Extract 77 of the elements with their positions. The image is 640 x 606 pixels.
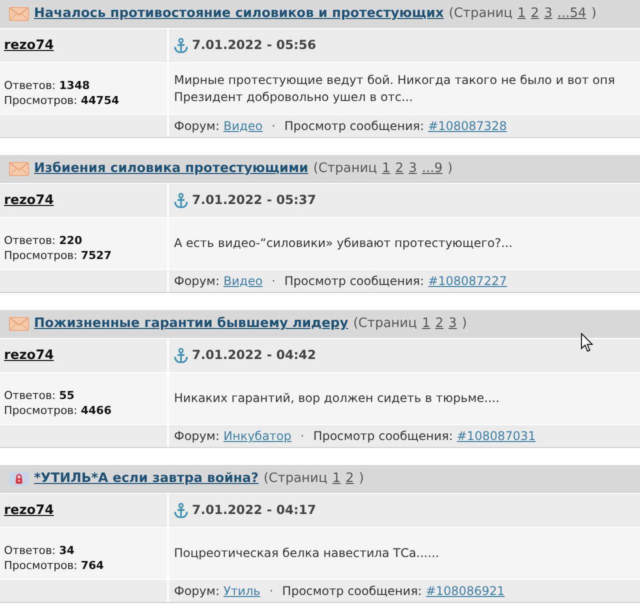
replies-label: Ответов: bbox=[4, 79, 57, 92]
views-count: 4466 bbox=[80, 404, 112, 417]
view-message-label: Просмотр сообщения: bbox=[282, 583, 422, 600]
post-date: 7.01.2022 - 05:37 bbox=[192, 191, 316, 210]
pages-close: ) bbox=[462, 315, 467, 334]
post-date: 7.01.2022 - 05:56 bbox=[192, 36, 316, 54]
views-count: 764 bbox=[80, 559, 104, 572]
forum-link[interactable]: Утиль bbox=[224, 582, 260, 600]
forum-label: Форум: bbox=[174, 273, 220, 290]
message-number-link[interactable]: #108086921 bbox=[426, 582, 505, 600]
replies-label: Ответов: bbox=[4, 389, 57, 402]
message-text: А есть видео-“силовики» убивают протестующего?... bbox=[174, 235, 513, 252]
separator-dot: · bbox=[272, 118, 276, 135]
forum-label: Форум: bbox=[174, 428, 220, 445]
page-link[interactable]: 3 bbox=[544, 4, 552, 24]
views-label: Просмотров: bbox=[4, 559, 78, 572]
views-label: Просмотров: bbox=[4, 404, 78, 417]
page-link[interactable]: 1 bbox=[332, 469, 341, 489]
author-link[interactable]: rezo74 bbox=[4, 36, 54, 56]
post-date: 7.01.2022 - 04:17 bbox=[192, 501, 316, 520]
topic-title-link[interactable]: Избиения силовика протестующими bbox=[34, 159, 308, 179]
forum-link[interactable]: Видео bbox=[224, 117, 263, 135]
replies-label: Ответов: bbox=[4, 234, 57, 247]
separator-dot: · bbox=[272, 273, 276, 290]
author-link[interactable]: rezo74 bbox=[4, 500, 54, 520]
pages-label: (Страниц bbox=[448, 5, 513, 24]
page-link[interactable]: 3 bbox=[448, 314, 457, 334]
views-count: 44754 bbox=[80, 94, 120, 107]
page-link[interactable]: 2 bbox=[435, 314, 444, 334]
topic-title-link[interactable]: Пожизненные гарантии бывшему лидеру bbox=[34, 314, 348, 334]
author-link[interactable]: rezo74 bbox=[4, 346, 54, 366]
anchor-icon bbox=[174, 38, 188, 53]
view-message-label: Просмотр сообщения: bbox=[313, 428, 453, 445]
pages-label: (Страниц bbox=[353, 315, 417, 334]
message-text: Никаких гарантий, вор должен сидеть в тюрьме.... bbox=[174, 390, 500, 407]
views-label: Просмотров: bbox=[4, 249, 78, 262]
page-link[interactable]: ...54 bbox=[557, 4, 586, 24]
message-number-link[interactable]: #108087227 bbox=[428, 272, 507, 290]
separator-dot: · bbox=[269, 583, 274, 600]
anchor-icon bbox=[174, 193, 188, 208]
separator-dot: · bbox=[300, 428, 304, 445]
message-number-link[interactable]: #108087031 bbox=[456, 427, 536, 445]
replies-count: 1348 bbox=[59, 79, 90, 92]
view-message-label: Просмотр сообщения: bbox=[284, 118, 424, 135]
pages-close: ) bbox=[591, 5, 596, 24]
views-count: 7527 bbox=[80, 249, 112, 262]
post-date: 7.01.2022 - 04:42 bbox=[192, 346, 316, 364]
page-link[interactable]: 2 bbox=[346, 469, 354, 489]
topic-title-link[interactable]: Началось противостояние силовиков и протестующих bbox=[34, 4, 444, 24]
forum-link[interactable]: Инкубатор bbox=[224, 427, 292, 445]
forum-label: Форум: bbox=[174, 583, 220, 600]
replies-count: 55 bbox=[59, 389, 74, 402]
topic-title-link[interactable]: *УТИЛЬ*А если завтра война? bbox=[34, 469, 259, 489]
message-text: Поцреотическая белка навестила ТСа...... bbox=[174, 545, 440, 562]
anchor-icon bbox=[174, 503, 188, 518]
page-link[interactable]: 1 bbox=[422, 314, 430, 334]
page-link[interactable]: 3 bbox=[408, 159, 417, 179]
pages-label: (Страниц bbox=[264, 470, 328, 488]
views-label: Просмотров: bbox=[4, 94, 78, 107]
replies-count: 34 bbox=[59, 544, 74, 557]
page-link[interactable]: 2 bbox=[530, 4, 540, 24]
message-number-link[interactable]: #108087328 bbox=[428, 117, 507, 135]
pages-close: ) bbox=[448, 160, 453, 178]
page-link[interactable]: ...9 bbox=[422, 159, 443, 179]
anchor-icon bbox=[174, 348, 188, 363]
message-text: Мирные протестующие ведут бой. Никогда такого не было и вот опя Президент добровольно ушел в отс... bbox=[174, 72, 615, 106]
replies-count: 220 bbox=[59, 234, 82, 247]
forum-label: Форум: bbox=[174, 118, 220, 135]
author-link[interactable]: rezo74 bbox=[4, 190, 54, 210]
page-link[interactable]: 1 bbox=[518, 4, 526, 24]
forum-link[interactable]: Видео bbox=[224, 272, 263, 290]
page-link[interactable]: 1 bbox=[382, 159, 390, 179]
replies-label: Ответов: bbox=[4, 544, 57, 557]
pages-label: (Страниц bbox=[313, 160, 378, 178]
page-link[interactable]: 2 bbox=[395, 159, 404, 179]
pages-close: ) bbox=[358, 470, 364, 488]
view-message-label: Просмотр сообщения: bbox=[284, 273, 424, 290]
